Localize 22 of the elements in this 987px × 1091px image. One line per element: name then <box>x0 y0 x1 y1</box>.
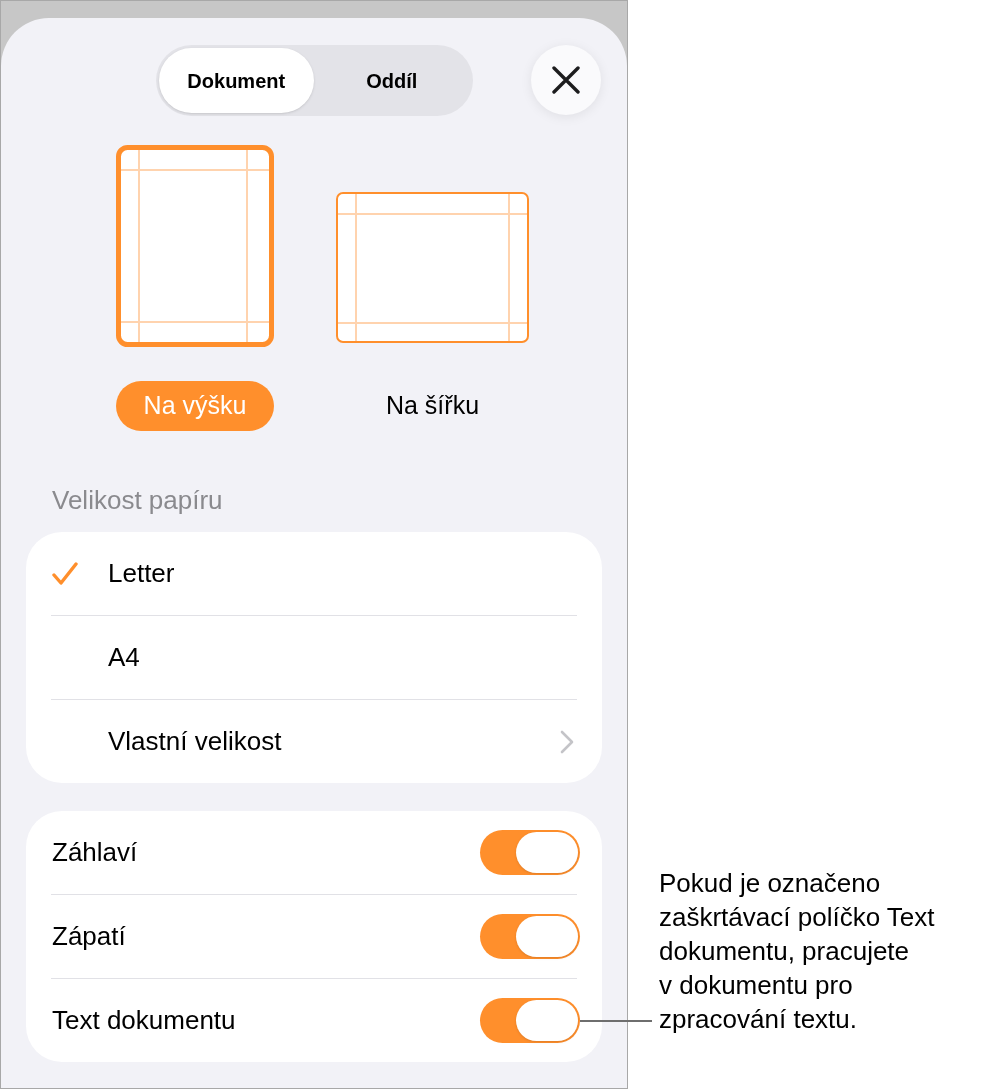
toggle-switch[interactable] <box>480 830 580 875</box>
toggle-label: Zápatí <box>52 920 127 953</box>
paper-size-option[interactable]: A4 <box>26 616 602 699</box>
toggle-switch[interactable] <box>480 998 580 1043</box>
portrait-page-icon[interactable] <box>116 145 274 347</box>
toggle-label: Text dokumentu <box>52 1004 237 1037</box>
leader-line <box>580 1020 652 1022</box>
close-icon <box>552 66 580 94</box>
section-heading: Velikost papíru <box>52 485 223 515</box>
chevron-right-icon <box>560 729 574 754</box>
paper-size-option[interactable]: Letter <box>26 532 602 615</box>
callout-text: Pokud je označeno zaškrtávací políčko Text dokumentu, pracujete v dokumentu pro zpracování textu. <box>659 867 935 1036</box>
option-label: Letter <box>108 557 176 590</box>
tab[interactable]: Dokument <box>158 48 314 113</box>
option-label: Vlastní velikost <box>108 725 283 758</box>
toggle-label: Záhlaví <box>52 836 139 869</box>
tab[interactable]: Oddíl <box>314 48 470 113</box>
option-label: A4 <box>108 641 141 674</box>
landscape-page-icon[interactable] <box>336 192 529 343</box>
toggle-switch[interactable] <box>480 914 580 959</box>
paper-size-option[interactable]: Vlastní velikost <box>26 700 602 783</box>
orientation-button[interactable]: Na šířku <box>359 381 506 431</box>
